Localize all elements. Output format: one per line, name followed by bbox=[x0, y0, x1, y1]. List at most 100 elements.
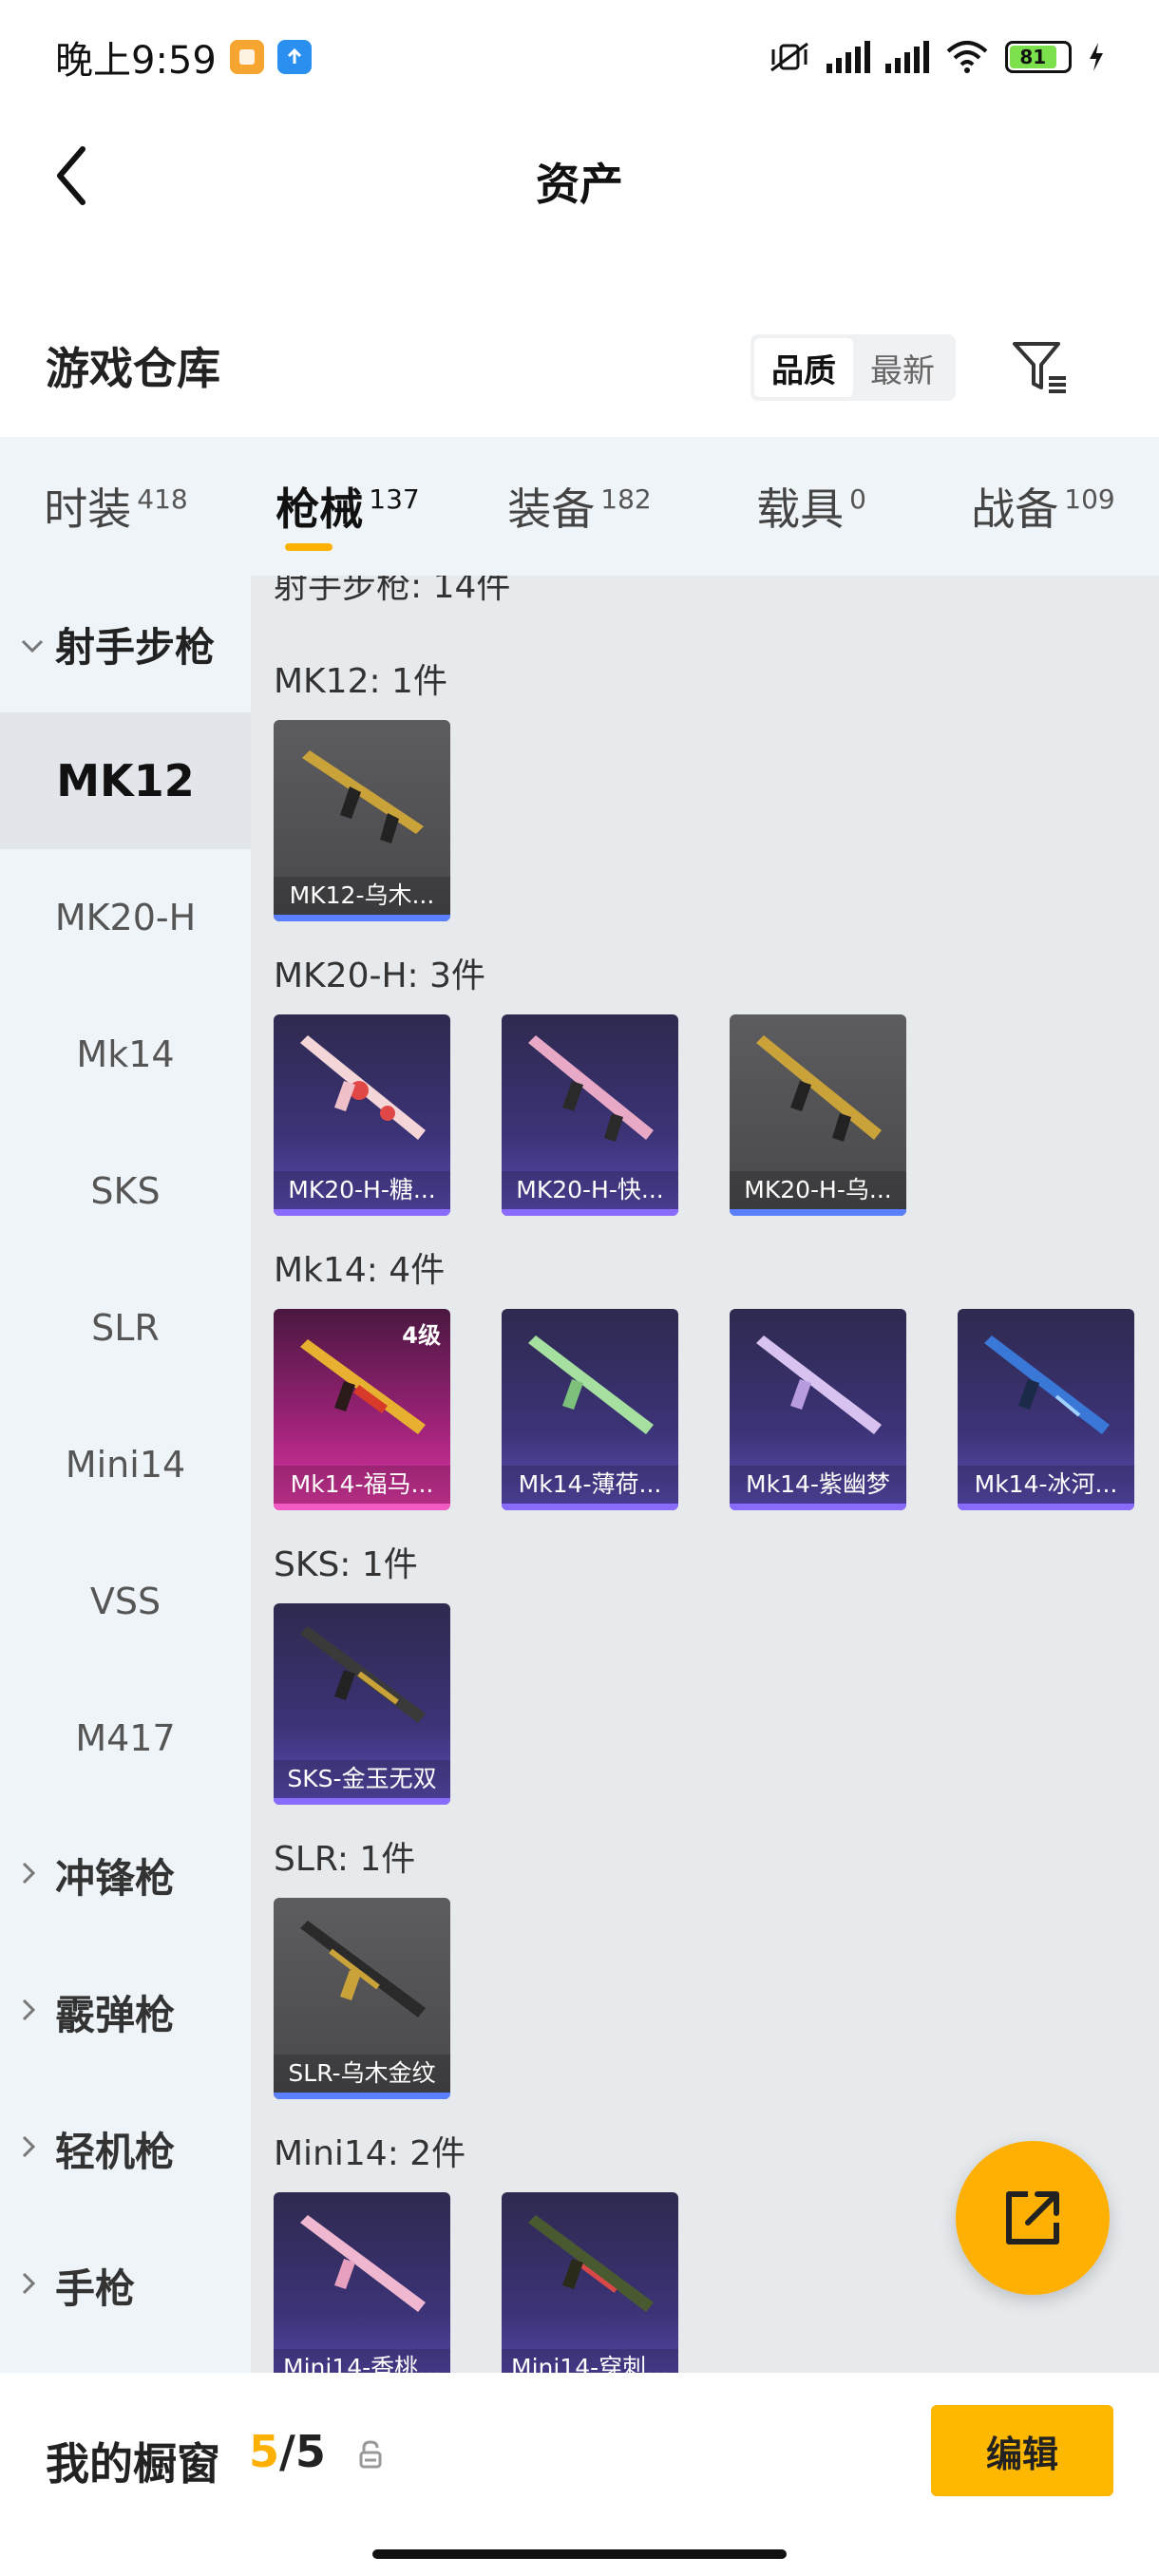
warehouse-row: 游戏仓库 品质 最新 bbox=[0, 313, 1159, 418]
page-title: 资产 bbox=[536, 159, 623, 210]
tab-equipment[interactable]: 装备 182 bbox=[464, 437, 695, 576]
sort-newest-option[interactable]: 最新 bbox=[853, 338, 952, 397]
active-tab-indicator bbox=[285, 543, 332, 551]
bottom-bar: 我的橱窗 5/5 编辑 bbox=[0, 2373, 1159, 2576]
share-icon bbox=[1006, 2191, 1059, 2245]
rarity-bar bbox=[274, 1504, 450, 1510]
share-button[interactable] bbox=[956, 2141, 1110, 2295]
weapon-card-label: MK12-乌木... bbox=[274, 877, 450, 915]
sidebar-item-m417[interactable]: M417 bbox=[0, 1670, 251, 1807]
rarity-bar bbox=[274, 915, 450, 921]
sidebar-group-label: 手枪 bbox=[55, 2264, 136, 2312]
tab-label: 枪械 bbox=[276, 483, 364, 535]
sidebar-group-label: 轻机枪 bbox=[55, 2128, 176, 2175]
section-title: MK12: 1件 bbox=[274, 662, 447, 701]
battery-icon: 81 bbox=[1005, 41, 1072, 73]
tab-count: 137 bbox=[369, 483, 420, 515]
rarity-bar bbox=[730, 1209, 906, 1216]
rifle-icon bbox=[984, 1335, 1110, 1434]
section-title-partial: 射手步枪: 14件 bbox=[274, 576, 511, 606]
sidebar-item-mk14[interactable]: Mk14 bbox=[0, 986, 251, 1123]
charging-icon bbox=[1090, 43, 1103, 71]
rarity-bar bbox=[502, 1504, 678, 1510]
weapon-card[interactable]: MK12-乌木... bbox=[274, 720, 450, 921]
tab-label: 载具 bbox=[756, 483, 845, 535]
sort-toggle: 品质 最新 bbox=[750, 334, 956, 401]
tab-label: 时装 bbox=[44, 483, 132, 535]
section-title: SKS: 1件 bbox=[274, 1545, 418, 1584]
weapon-card[interactable]: Mini14-香桃... bbox=[274, 2192, 450, 2373]
chevron-right-icon bbox=[21, 2270, 44, 2301]
showcase-label: 我的橱窗 bbox=[46, 2438, 220, 2490]
weapon-card[interactable]: MK20-H-乌... bbox=[730, 1014, 906, 1216]
sidebar-group-pistol[interactable]: 手枪 bbox=[0, 2217, 251, 2354]
filter-button[interactable] bbox=[1007, 334, 1074, 401]
upload-app-icon bbox=[276, 40, 312, 74]
weapon-card[interactable]: 4级 Mk14-福马... bbox=[274, 1309, 450, 1510]
tab-label: 装备 bbox=[507, 483, 596, 535]
weapon-card-label: MK20-H-快... bbox=[502, 1171, 678, 1209]
weapon-card[interactable]: MK20-H-快... bbox=[502, 1014, 678, 1216]
sidebar-group-lmg[interactable]: 轻机枪 bbox=[0, 2080, 251, 2217]
tab-count: 0 bbox=[849, 483, 866, 515]
showcase-count-total: /5 bbox=[279, 2426, 326, 2477]
weapon-card-label: Mk14-紫幽梦 bbox=[730, 1466, 906, 1504]
chevron-right-icon bbox=[21, 1997, 44, 2028]
mute-vibrate-icon bbox=[770, 42, 808, 72]
rifle-icon bbox=[300, 1921, 426, 2017]
status-bar: 晚上9:59 81 bbox=[0, 0, 1159, 114]
sidebar-item-sks[interactable]: SKS bbox=[0, 1123, 251, 1260]
section-title: Mini14: 2件 bbox=[274, 2134, 466, 2173]
weapon-card-label: Mk14-福马... bbox=[274, 1466, 450, 1504]
weapon-card-label: Mk14-冰河... bbox=[958, 1466, 1134, 1504]
rarity-bar bbox=[274, 1798, 450, 1805]
weapon-card-label: SLR-乌木金纹 bbox=[274, 2055, 450, 2093]
signal-icon-2 bbox=[885, 41, 929, 73]
sidebar-group-label: 射手步枪 bbox=[55, 623, 216, 671]
rifle-icon bbox=[300, 1626, 426, 1723]
tab-combat-gear[interactable]: 战备 109 bbox=[927, 437, 1159, 576]
chevron-right-icon bbox=[21, 2133, 44, 2165]
rarity-bar bbox=[274, 2093, 450, 2099]
chevron-right-icon bbox=[21, 1860, 44, 1891]
rifle-icon bbox=[528, 2215, 654, 2312]
weapon-sidebar: 射手步枪 MK12 MK20-H Mk14 SKS SLR Mini14 VSS… bbox=[0, 576, 251, 2373]
rifle-icon bbox=[756, 1035, 882, 1142]
sidebar-group-shotgun[interactable]: 霰弹枪 bbox=[0, 1943, 251, 2080]
tab-vehicles[interactable]: 载具 0 bbox=[695, 437, 927, 576]
sidebar-item-mk20h[interactable]: MK20-H bbox=[0, 849, 251, 986]
weapon-card[interactable]: Mk14-冰河... bbox=[958, 1309, 1134, 1510]
rifle-icon bbox=[302, 750, 424, 843]
edit-button[interactable]: 编辑 bbox=[931, 2405, 1113, 2496]
sidebar-group-marksman-rifle[interactable]: 射手步枪 bbox=[0, 576, 251, 712]
tab-count: 418 bbox=[137, 483, 188, 515]
weapon-card[interactable]: Mini14-穿刺... bbox=[502, 2192, 678, 2373]
rarity-bar bbox=[274, 1209, 450, 1216]
tab-count: 182 bbox=[600, 483, 652, 515]
sidebar-group-smg[interactable]: 冲锋枪 bbox=[0, 1807, 251, 1943]
sidebar-item-mk12[interactable]: MK12 bbox=[0, 712, 251, 849]
tab-weapons[interactable]: 枪械 137 bbox=[232, 437, 464, 576]
weapon-card[interactable]: SLR-乌木金纹 bbox=[274, 1898, 450, 2099]
sidebar-item-mini14[interactable]: Mini14 bbox=[0, 1396, 251, 1533]
section-title: Mk14: 4件 bbox=[274, 1251, 446, 1290]
weapon-card-label: Mk14-薄荷... bbox=[502, 1466, 678, 1504]
weapon-card-label: Mini14-香桃... bbox=[274, 2349, 450, 2373]
weapon-card[interactable]: Mk14-薄荷... bbox=[502, 1309, 678, 1510]
tab-count: 109 bbox=[1064, 483, 1115, 515]
filter-icon bbox=[1013, 342, 1066, 393]
rarity-bar bbox=[958, 1504, 1134, 1510]
weapon-card-label: MK20-H-乌... bbox=[730, 1171, 906, 1209]
showcase-count-current: 5 bbox=[249, 2426, 280, 2477]
tab-fashion[interactable]: 时装 418 bbox=[0, 437, 232, 576]
lock-icon bbox=[359, 2440, 382, 2469]
sidebar-item-slr[interactable]: SLR bbox=[0, 1260, 251, 1396]
sidebar-item-vss[interactable]: VSS bbox=[0, 1533, 251, 1670]
weapon-card[interactable]: Mk14-紫幽梦 bbox=[730, 1309, 906, 1510]
rifle-icon bbox=[528, 1335, 654, 1434]
section-title: MK20-H: 3件 bbox=[274, 957, 486, 995]
weapon-card[interactable]: SKS-金玉无双 bbox=[274, 1603, 450, 1805]
weapon-card[interactable]: MK20-H-糖... bbox=[274, 1014, 450, 1216]
sort-quality-option[interactable]: 品质 bbox=[754, 338, 853, 397]
rifle-icon bbox=[528, 1035, 654, 1142]
